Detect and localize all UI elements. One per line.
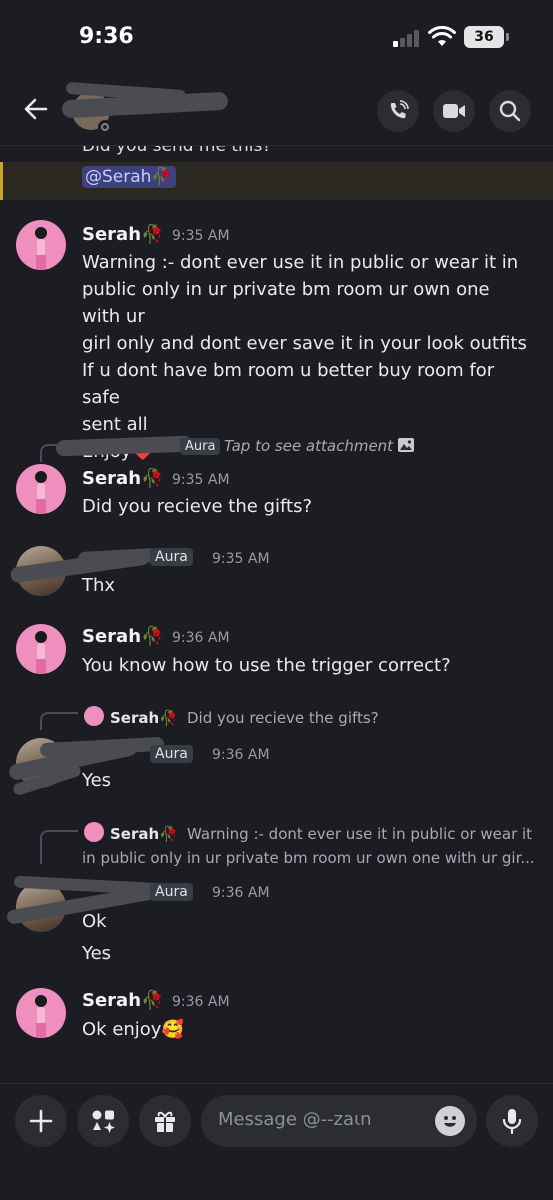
apps-icon bbox=[92, 1110, 115, 1133]
image-icon bbox=[397, 438, 414, 452]
message-author[interactable]: Serah🥀 bbox=[82, 626, 163, 647]
avatar-figure bbox=[35, 471, 47, 514]
avatar[interactable] bbox=[16, 220, 66, 270]
message-timestamp: 9:35 AM bbox=[172, 472, 230, 488]
message-author[interactable]: Serah🥀 bbox=[82, 468, 163, 489]
plus-icon bbox=[29, 1109, 53, 1133]
microphone-icon bbox=[502, 1109, 522, 1134]
voice-message-button[interactable] bbox=[486, 1095, 538, 1147]
gift-button[interactable] bbox=[139, 1095, 191, 1147]
status-bar: 9:36 36 bbox=[0, 0, 553, 76]
server-tag: Aura bbox=[150, 548, 193, 566]
reply-preview-text[interactable]: in public only in ur private bm room ur … bbox=[82, 849, 535, 867]
search-icon bbox=[499, 100, 521, 122]
emoji-picker-icon[interactable] bbox=[435, 1106, 465, 1136]
video-call-button[interactable] bbox=[433, 90, 475, 132]
message-author[interactable]: Serah🥀 bbox=[82, 990, 163, 1011]
message-timestamp: 9:35 AM bbox=[212, 551, 270, 567]
chat-header bbox=[0, 76, 553, 146]
offline-status-icon bbox=[98, 120, 112, 134]
message-timestamp: 9:36 AM bbox=[172, 994, 230, 1010]
avatar[interactable] bbox=[16, 988, 66, 1038]
apps-button[interactable] bbox=[77, 1095, 129, 1147]
message-text: Ok Yes bbox=[82, 911, 112, 964]
reply-author[interactable]: Serah🥀 bbox=[110, 709, 178, 727]
search-button[interactable] bbox=[489, 90, 531, 132]
message-timestamp: 9:36 AM bbox=[212, 747, 270, 763]
reply-preview-text[interactable]: Tap to see attachment bbox=[224, 437, 414, 455]
avatar[interactable] bbox=[16, 464, 66, 514]
reply-avatar bbox=[84, 706, 104, 726]
back-arrow-icon[interactable] bbox=[22, 95, 50, 123]
phone-call-icon bbox=[390, 100, 409, 119]
voice-call-button[interactable] bbox=[377, 90, 419, 132]
gift-icon bbox=[155, 1111, 175, 1132]
message-timestamp: 9:35 AM bbox=[172, 228, 230, 244]
reply-connector bbox=[40, 830, 78, 864]
message-author[interactable]: Serah🥀 bbox=[82, 224, 163, 245]
server-tag: Aura bbox=[180, 438, 221, 455]
cellular-signal-icon bbox=[393, 29, 421, 47]
avatar-figure bbox=[35, 995, 47, 1038]
message-timestamp: 9:36 AM bbox=[172, 630, 230, 646]
reply-preview-text[interactable]: Did you recieve the gifts? bbox=[187, 709, 379, 727]
server-tag: Aura bbox=[150, 745, 193, 763]
wifi-icon bbox=[428, 26, 456, 46]
message-text: Thx bbox=[82, 575, 116, 596]
avatar[interactable] bbox=[16, 624, 66, 674]
message-text: You know how to use the trigger correct? bbox=[82, 655, 451, 676]
add-attachment-button[interactable] bbox=[15, 1095, 67, 1147]
reply-author[interactable]: Serah🥀 bbox=[110, 825, 178, 843]
status-time: 9:36 bbox=[79, 24, 134, 49]
message-text: Warning :- dont ever use it in public or… bbox=[82, 252, 527, 462]
reply-preview-text[interactable]: Warning :- dont ever use it in public or… bbox=[187, 825, 532, 843]
avatar-figure bbox=[35, 227, 47, 270]
message-text: Did you recieve the gifts? bbox=[82, 496, 313, 517]
message-timestamp: 9:36 AM bbox=[212, 885, 270, 901]
message-input[interactable]: Message @--zaιn bbox=[201, 1095, 477, 1147]
message-text: Ok enjoy🥰 bbox=[82, 1019, 184, 1040]
server-tag: Aura bbox=[150, 883, 193, 901]
reply-connector bbox=[40, 712, 78, 730]
message-text: Yes bbox=[82, 770, 112, 791]
battery-icon: 36 bbox=[464, 26, 509, 48]
avatar-figure bbox=[35, 631, 47, 674]
reply-avatar bbox=[84, 822, 104, 842]
message-input-placeholder: Message @--zaιn bbox=[218, 1109, 372, 1130]
message-composer: Message @--zaιn bbox=[0, 1083, 553, 1200]
video-camera-icon bbox=[443, 104, 465, 118]
user-mention[interactable]: @Serah🥀 bbox=[82, 166, 176, 188]
